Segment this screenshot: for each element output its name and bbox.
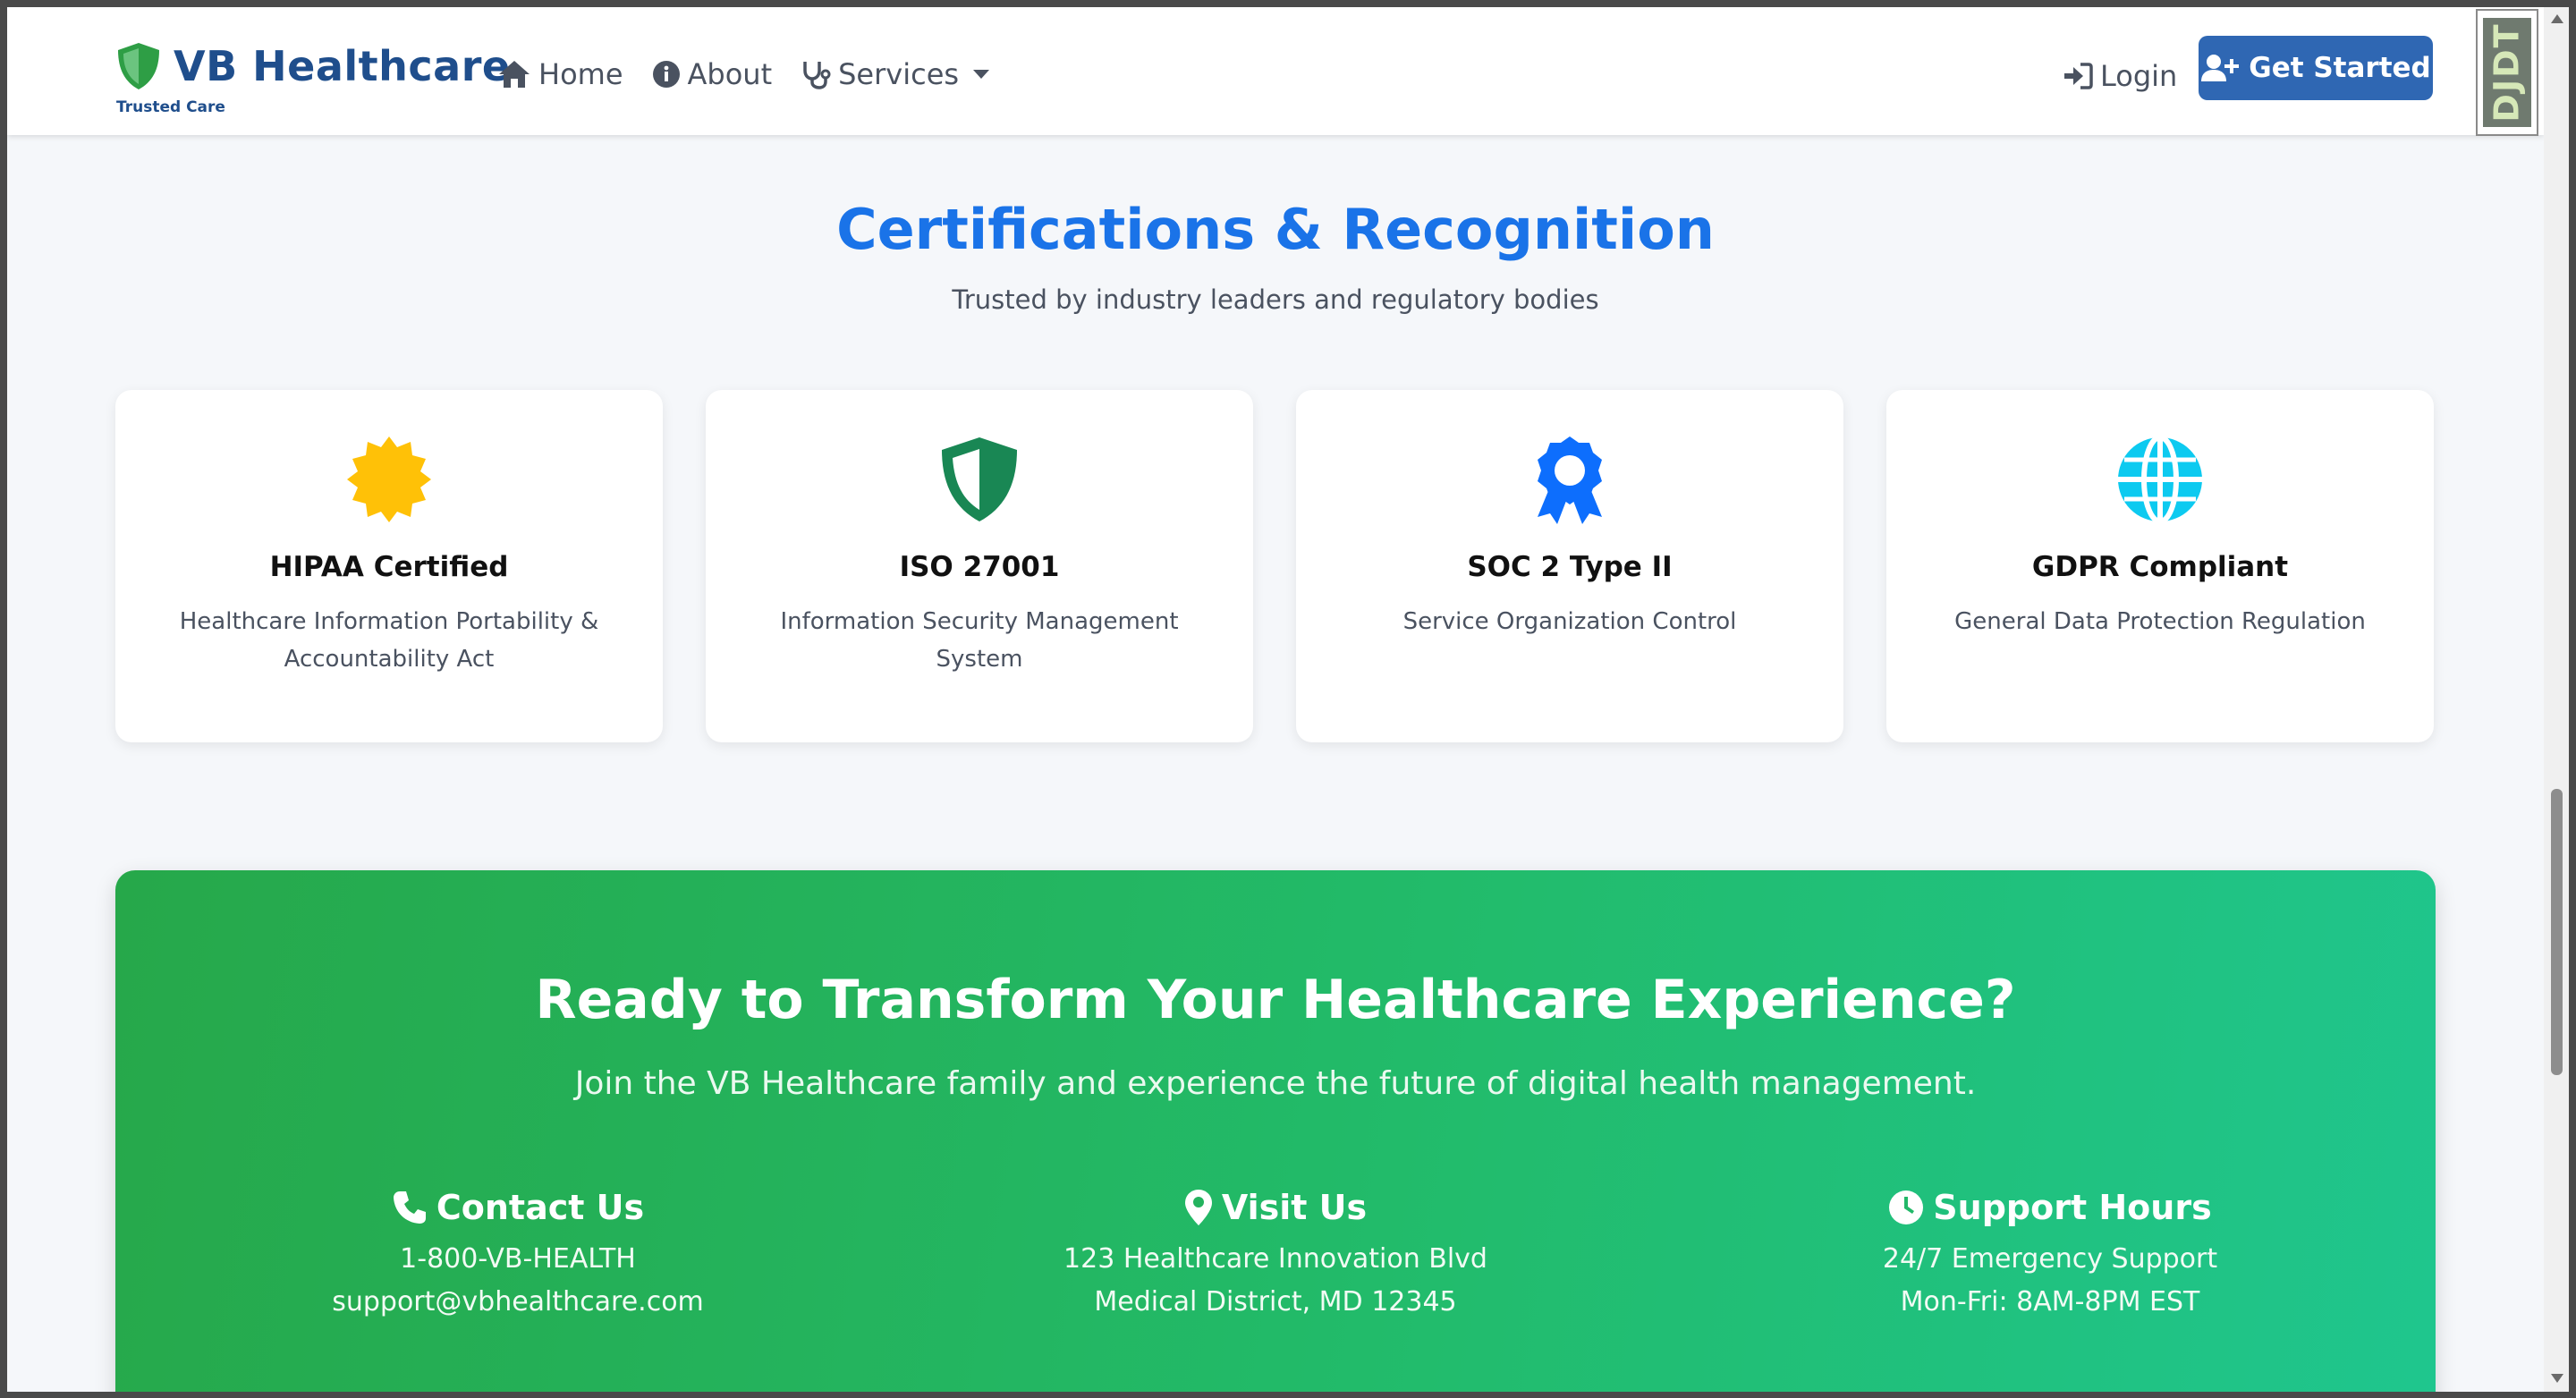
cert-card-description: Service Organization Control — [1402, 608, 1737, 635]
visit-column: Visit Us 123 Healthcare Innovation Blvd … — [962, 1188, 1589, 1318]
stethoscope-icon — [803, 62, 831, 89]
user-plus-icon — [2201, 55, 2240, 81]
contact-email[interactable]: support@vbhealthcare.com — [205, 1289, 831, 1316]
scroll-down-icon[interactable] — [2551, 1374, 2563, 1383]
certifications-title: Certifications & Recognition — [836, 197, 1715, 262]
cert-card-title: ISO 27001 — [899, 551, 1060, 583]
get-started-button[interactable]: Get Started — [2199, 36, 2433, 100]
brand-name: VB Healthcare — [174, 42, 511, 90]
debug-toolbar-label: DJDT — [2487, 22, 2527, 123]
navbar: VB Healthcare Trusted Care Home About Se… — [7, 7, 2544, 136]
award-icon — [1538, 436, 1602, 524]
support-hours-line2: Mon-Fri: 8AM-8PM EST — [1900, 1286, 2200, 1318]
chevron-down-icon — [973, 70, 990, 79]
contact-phone[interactable]: 1-800-VB-HEALTH — [205, 1246, 831, 1273]
cta-title: Ready to Transform Your Healthcare Exper… — [535, 969, 2016, 1031]
cert-card-description: General Data Protection Regulation — [1954, 608, 2366, 635]
phone-icon — [393, 1191, 426, 1224]
page-scrollbar[interactable] — [2544, 7, 2569, 1392]
nav-home-label: Home — [538, 57, 623, 91]
login-label: Login — [2100, 59, 2178, 93]
shield-icon — [942, 437, 1017, 521]
visit-heading: Visit Us — [1221, 1188, 1368, 1227]
cert-card-title: GDPR Compliant — [2031, 551, 2289, 583]
support-hours-line1: 24/7 Emergency Support — [1882, 1243, 2218, 1275]
cert-card-title: SOC 2 Type II — [1467, 551, 1673, 583]
nav-home-link[interactable]: Home — [497, 57, 623, 91]
map-pin-icon — [1184, 1190, 1212, 1225]
debug-toolbar-toggle[interactable]: DJDT — [2476, 9, 2538, 136]
nav-about-link[interactable]: About — [652, 57, 773, 91]
cert-card-gdpr: GDPR Compliant General Data Protection R… — [1886, 390, 2434, 742]
nav-about-label: About — [687, 57, 773, 91]
contact-heading: Contact Us — [436, 1188, 645, 1227]
cta-subtitle: Join the VB Healthcare family and experi… — [574, 1065, 1977, 1102]
info-circle-icon — [652, 61, 680, 88]
cert-card-description: Healthcare Information Portability & Acc… — [179, 608, 599, 673]
globe-icon — [2118, 435, 2202, 524]
clock-icon — [1889, 1190, 1924, 1224]
cert-card-soc2: SOC 2 Type II Service Organization Contr… — [1296, 390, 1843, 742]
shield-check-icon — [118, 43, 159, 89]
cert-card-title: HIPAA Certified — [269, 551, 509, 583]
scroll-thumb[interactable] — [2551, 789, 2563, 1075]
support-hours-heading: Support Hours — [1933, 1188, 2212, 1227]
brand-logo-link[interactable]: VB Healthcare — [114, 41, 511, 91]
home-icon — [499, 61, 530, 88]
nav-links: Home About Services — [497, 57, 1018, 91]
get-started-label: Get Started — [2249, 52, 2431, 84]
cert-card-description: Information Security Management System — [780, 608, 1179, 673]
login-link[interactable]: Login — [2063, 59, 2177, 93]
cert-card-iso: ISO 27001 Information Security Managemen… — [706, 390, 1253, 742]
visit-address-line2: Medical District, MD 12345 — [1094, 1286, 1457, 1318]
cta-section: Ready to Transform Your Healthcare Exper… — [115, 870, 2436, 1392]
nav-services-dropdown[interactable]: Services — [801, 57, 990, 91]
brand-tagline: Trusted Care — [116, 98, 225, 116]
certifications-subtitle: Trusted by industry leaders and regulato… — [952, 284, 1599, 315]
sign-in-icon — [2064, 63, 2093, 89]
visit-address-line1: 123 Healthcare Innovation Blvd — [1063, 1243, 1487, 1275]
contact-column: Contact Us 1-800-VB-HEALTH support@vbhea… — [205, 1188, 831, 1316]
support-hours-column: Support Hours 24/7 Emergency Support Mon… — [1737, 1188, 2363, 1318]
cert-card-hipaa: HIPAA Certified Healthcare Information P… — [115, 390, 663, 742]
scroll-up-icon[interactable] — [2551, 14, 2563, 23]
browser-viewport: VB Healthcare Trusted Care Home About Se… — [7, 7, 2544, 1392]
nav-services-label: Services — [838, 57, 960, 91]
certificate-icon — [347, 436, 431, 522]
